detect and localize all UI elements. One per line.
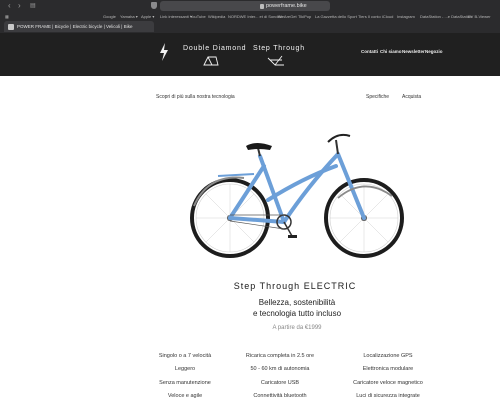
nav-newsletter[interactable]: Newsletter (402, 49, 425, 55)
bike-image (190, 133, 404, 258)
specs-link[interactable]: Specifiche (366, 94, 389, 101)
bookmark-item[interactable]: Instagram (397, 13, 415, 20)
bookmark-item[interactable]: Link interessanti ▾ (160, 13, 192, 20)
feature-item: 50 - 60 km di autonomia (250, 366, 310, 373)
feature-item: Luci di sicurezza integrate (356, 392, 420, 399)
bookmark-item[interactable]: EV B-Viewer (468, 13, 491, 20)
product-name-part2: ELECTRIC (303, 281, 357, 291)
sidebar-icon[interactable]: ▤ (30, 1, 36, 11)
bookmark-item[interactable]: Tiers Il conto (358, 13, 381, 20)
bookmark-item[interactable]: Wikipedia (208, 13, 225, 20)
active-tab[interactable]: POWER FRAME | Bicycle | Electric bicycle… (4, 21, 154, 32)
bookmarks-bar: ▦ Google Yamaha ▾ Apple ▾ Link interessa… (0, 12, 500, 21)
site-header: Double Diamond Step Through Contatti Chi… (0, 33, 500, 76)
nav-chi-siamo[interactable]: Chi siamo (380, 49, 402, 55)
product-name-part1: Step Through (233, 281, 301, 291)
feature-column: Localizzazione GPS Elettronica modulare … (333, 350, 443, 403)
bookmark-item[interactable]: WeAreGet (278, 13, 297, 20)
feature-item: Localizzazione GPS (363, 353, 413, 359)
feature-item: Connettività bluetooth (253, 392, 307, 399)
feature-item: Veloce e agile (167, 392, 203, 399)
bookmark-item[interactable]: Yamaha ▾ (120, 13, 138, 20)
feature-column: Ricarica completa in 2.5 ore 50 - 60 km … (225, 350, 335, 403)
bookmark-item[interactable]: Google (103, 13, 116, 20)
bookmark-item[interactable]: YouTube (190, 13, 206, 20)
step-through-frame-icon[interactable] (266, 55, 286, 67)
tab-title: POWER FRAME | Bicycle | Electric bicycle… (17, 24, 133, 29)
feature-item: Caricatore veloce magnetico (353, 379, 423, 386)
product-name: Step Through ELECTRIC (0, 281, 500, 292)
lightning-bolt-icon[interactable] (159, 43, 169, 61)
logo-step-through[interactable]: Step Through (253, 45, 305, 53)
tagline: Bellezza, sostenibilità e tecnologia tut… (0, 297, 500, 319)
diamond-frame-icon[interactable] (202, 56, 220, 66)
address-bar[interactable]: powerframe.bike (160, 1, 330, 11)
forward-icon[interactable]: › (18, 1, 21, 11)
feature-item: Caricatore USB (260, 379, 300, 386)
browser-chrome: ‹ › ▤ powerframe.bike ▦ Google Yamaha ▾ … (0, 0, 500, 33)
bookmark-item[interactable]: TikiPop (298, 13, 311, 20)
feature-item: Senza manutenzione (159, 379, 211, 386)
shield-icon[interactable] (151, 2, 157, 9)
back-icon[interactable]: ‹ (8, 1, 11, 11)
nav-negozio[interactable]: Negozio (425, 49, 443, 55)
feature-item: Elettronica modulare (362, 366, 414, 373)
bookmark-item[interactable]: La Gazzetta dello Sport (315, 13, 357, 20)
lock-icon (260, 4, 264, 9)
feature-item: Singolo o a 7 velocità (158, 353, 212, 359)
browser-toolbar: ‹ › ▤ powerframe.bike (0, 0, 500, 12)
tagline-line2: e tecnologia tutto incluso (252, 309, 342, 318)
bookmark-item[interactable]: NORDWE Inter... et di Sondrio (228, 13, 282, 20)
bookmark-item[interactable]: iCloud (382, 13, 393, 20)
buy-link[interactable]: Acquista (402, 94, 421, 101)
technology-link[interactable]: Scopri di più sulla nostra tecnologia (156, 94, 235, 101)
bookmark-item[interactable]: DataStation - ...e DataStation (420, 13, 472, 20)
logo-double-diamond[interactable]: Double Diamond (183, 45, 246, 53)
bookmark-item[interactable]: Apple ▾ (141, 13, 154, 20)
feature-column: Singolo o a 7 velocità Leggero Senza man… (130, 350, 240, 403)
nav-contatti[interactable]: Contatti (361, 49, 378, 55)
tagline-line1: Bellezza, sostenibilità (258, 298, 336, 307)
feature-item: Leggero (174, 366, 196, 373)
grid-icon[interactable]: ▦ (5, 13, 9, 20)
address-text: powerframe.bike (266, 3, 307, 9)
favicon-icon (8, 24, 14, 30)
starting-price: A partire da €1999 (272, 325, 322, 331)
feature-item: Ricarica completa in 2.5 ore (245, 353, 315, 359)
